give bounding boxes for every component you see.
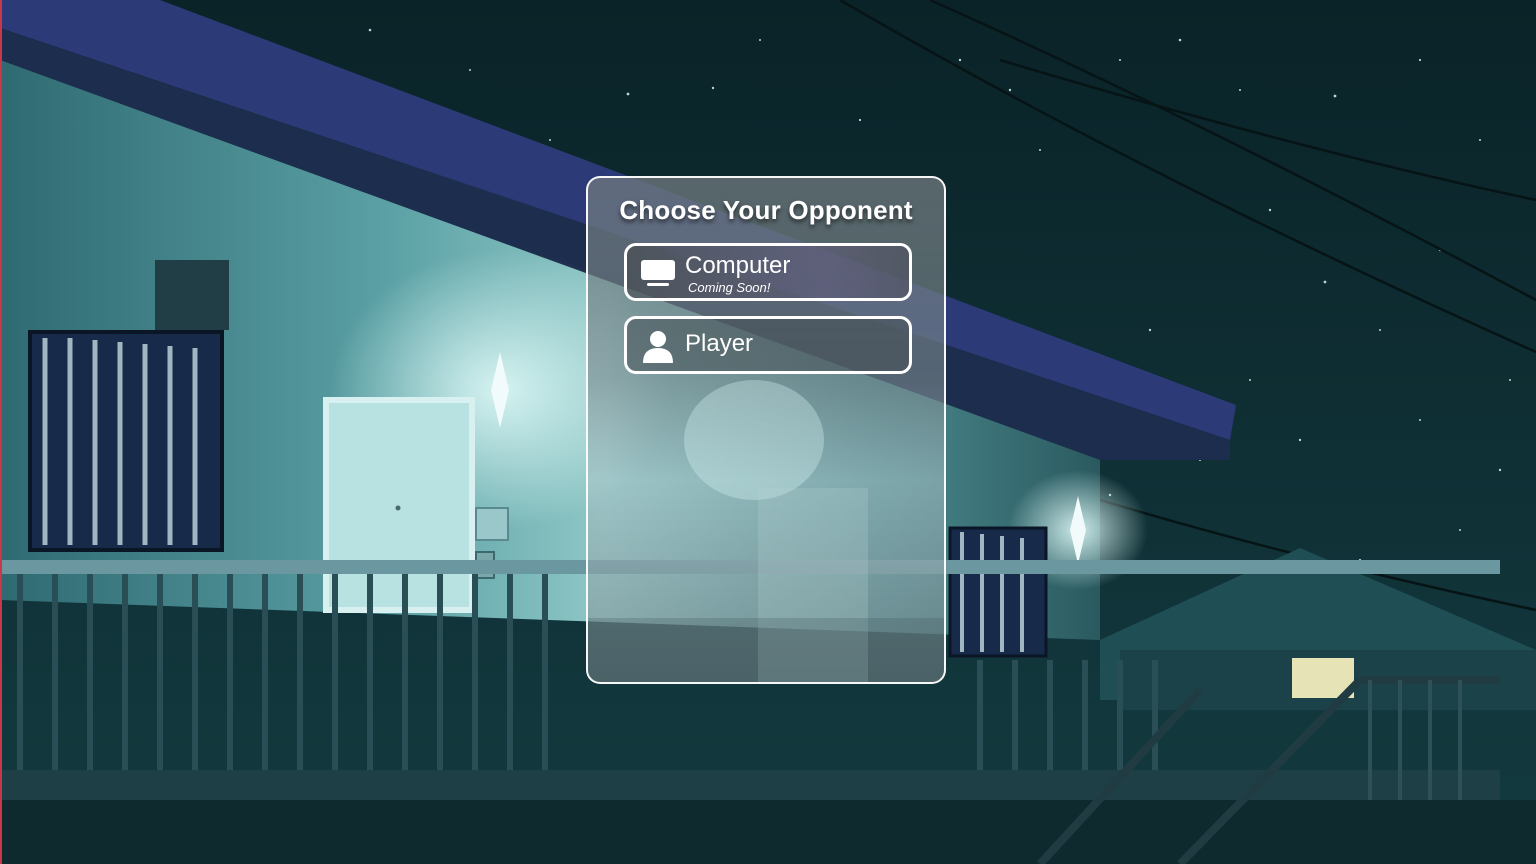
opponent-select-panel: Choose Your Opponent Computer Coming Soo… [586, 176, 946, 684]
computer-opponent-button[interactable]: Computer Coming Soon! [624, 243, 912, 301]
dialog-title: Choose Your Opponent [619, 195, 913, 225]
left-edge-accent [0, 0, 2, 864]
computer-option-label: Computer [685, 252, 791, 279]
computer-icon [641, 260, 675, 286]
player-opponent-button[interactable]: Player [624, 316, 912, 374]
player-option-label: Player [685, 330, 754, 357]
coming-soon-note: Coming Soon! [688, 280, 771, 295]
user-icon [643, 331, 673, 363]
